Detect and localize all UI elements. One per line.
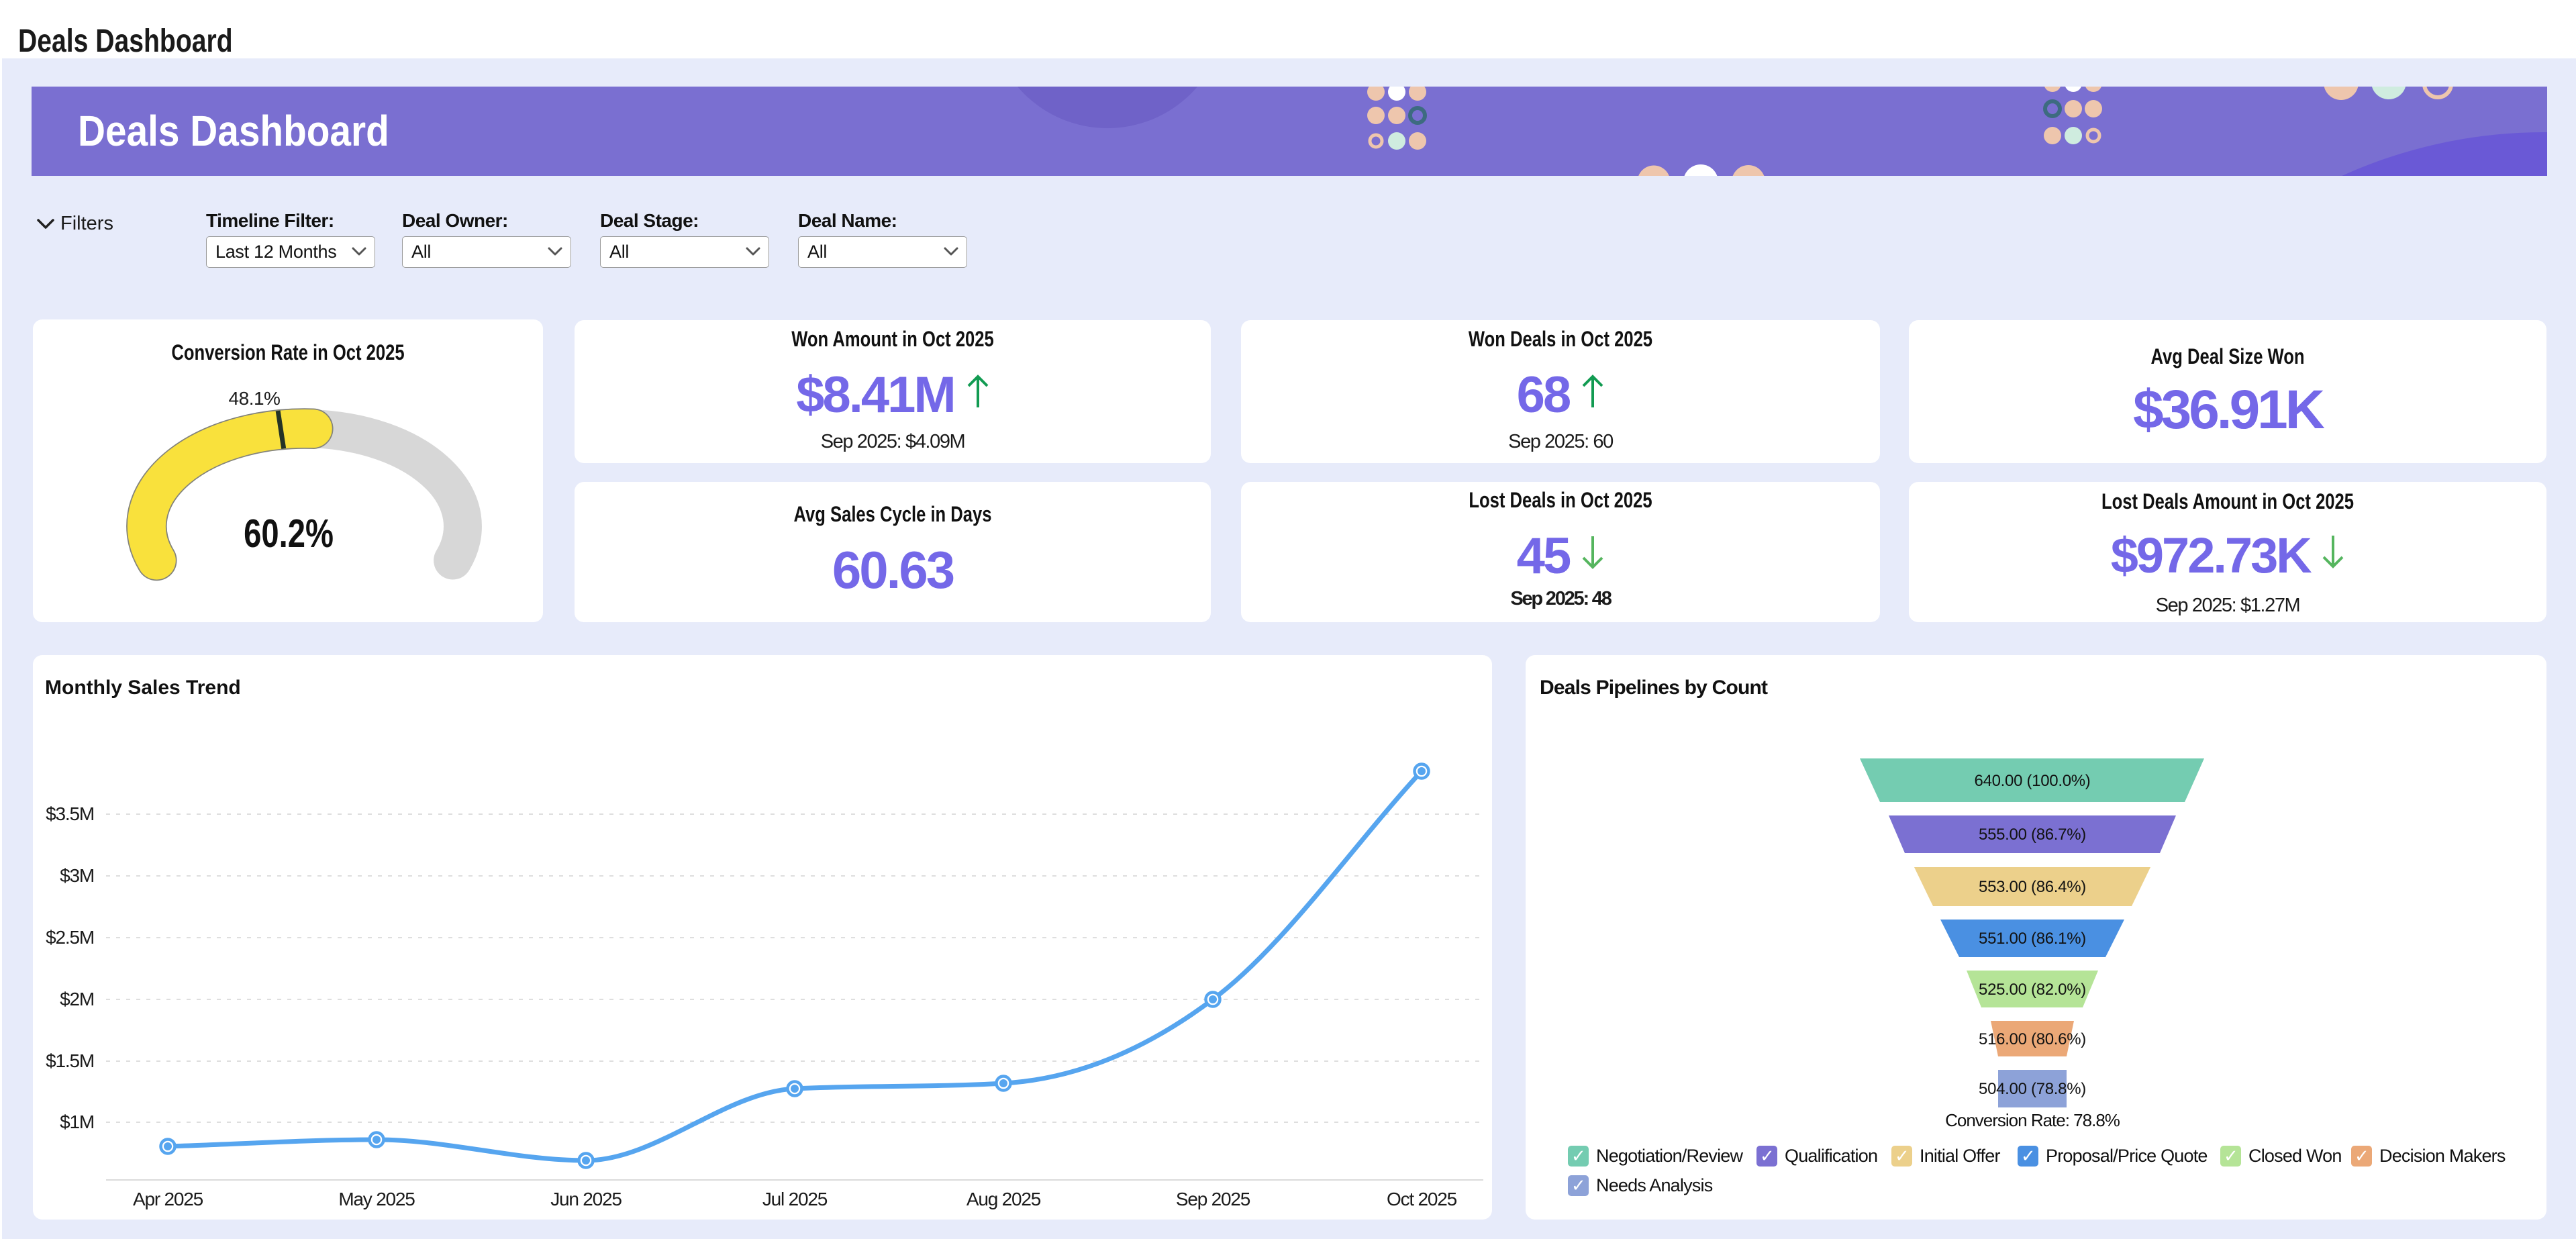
svg-text:640.00 (100.0%): 640.00 (100.0%) xyxy=(1975,772,2091,790)
svg-text:Conversion Rate: 78.8%: Conversion Rate: 78.8% xyxy=(1945,1110,2120,1130)
svg-text:551.00 (86.1%): 551.00 (86.1%) xyxy=(1979,930,2086,948)
svg-text:555.00 (86.7%): 555.00 (86.7%) xyxy=(1979,826,2086,844)
svg-text:553.00 (86.4%): 553.00 (86.4%) xyxy=(1979,878,2086,896)
svg-text:516.00 (80.6%): 516.00 (80.6%) xyxy=(1979,1030,2086,1048)
svg-text:525.00 (82.0%): 525.00 (82.0%) xyxy=(1979,981,2086,999)
svg-text:504.00 (78.8%): 504.00 (78.8%) xyxy=(1979,1080,2086,1098)
